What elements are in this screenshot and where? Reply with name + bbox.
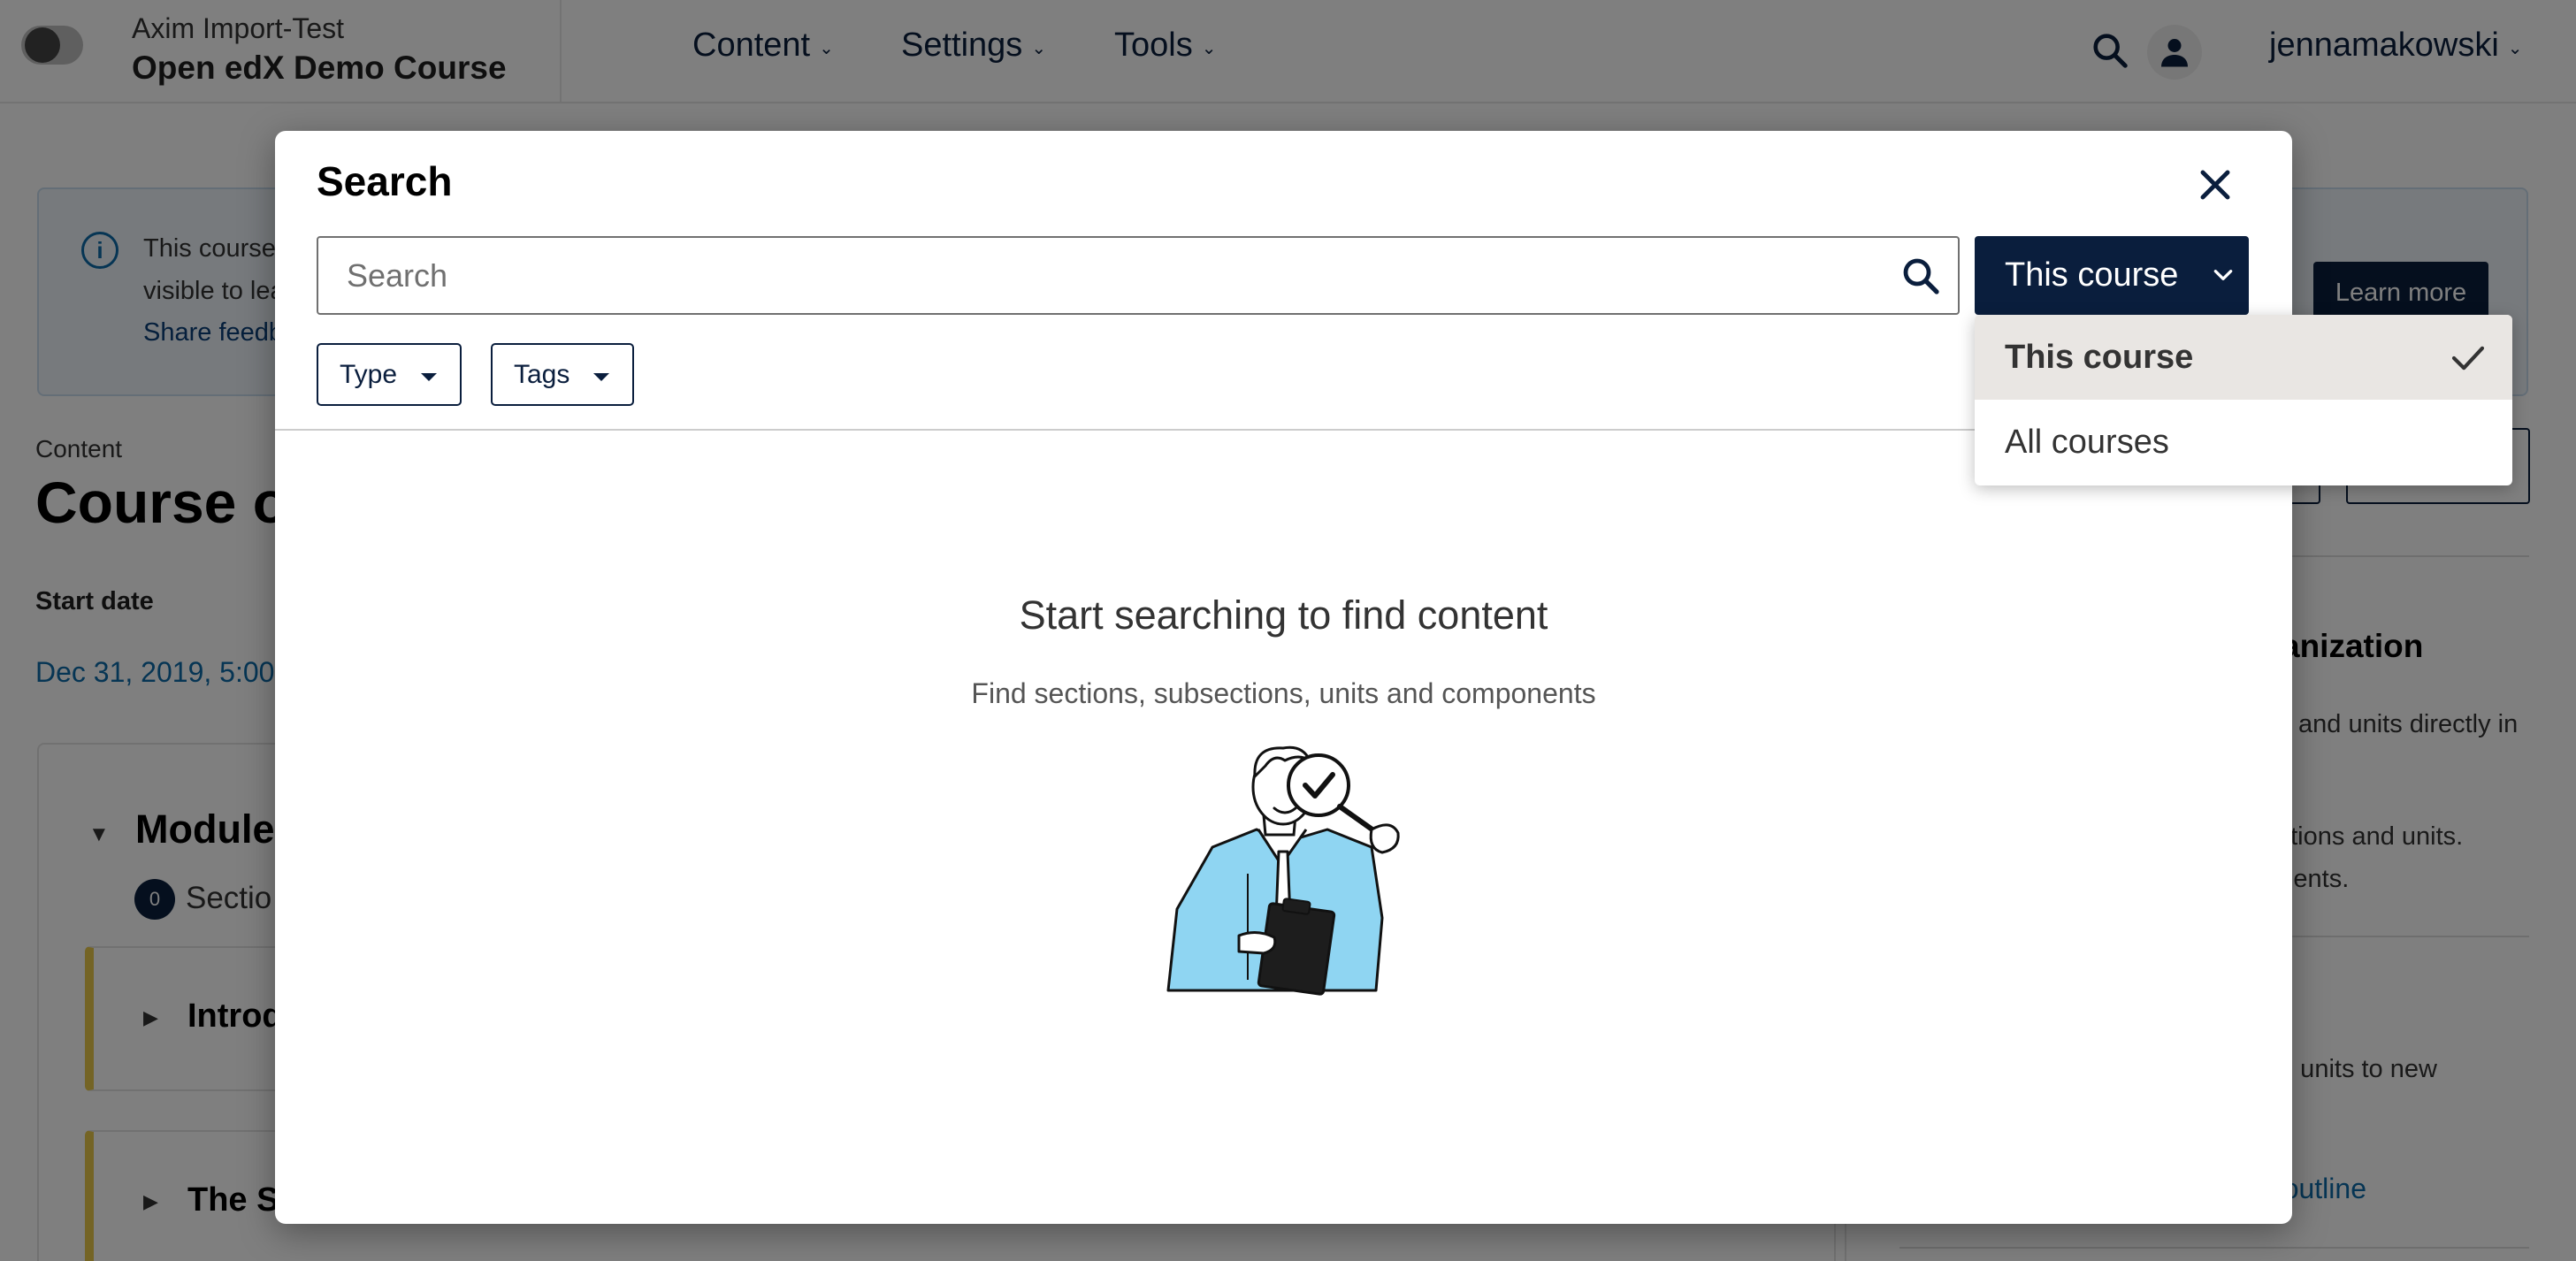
scope-option-all-courses[interactable]: All courses <box>1975 400 2512 485</box>
search-scope-menu: This course All courses <box>1975 315 2512 485</box>
caret-down-icon <box>421 373 437 381</box>
scope-selected-label: This course <box>2005 256 2179 294</box>
empty-state-subtext: Find sections, subsections, units and co… <box>971 677 1596 709</box>
chevron-down-icon[interactable] <box>2212 264 2235 287</box>
search-modal: Search This course Type Tags Start searc… <box>275 131 2292 1224</box>
modal-title: Search <box>317 158 453 204</box>
tags-filter-label: Tags <box>514 359 570 389</box>
type-filter-button[interactable]: Type <box>317 343 462 406</box>
search-scope-dropdown[interactable]: This course <box>1975 236 2249 315</box>
type-filter-label: Type <box>340 359 398 389</box>
scope-option-this-course[interactable]: This course <box>1975 315 2512 400</box>
close-icon[interactable] <box>2197 166 2234 203</box>
search-input[interactable] <box>317 236 1960 315</box>
empty-state-heading: Start searching to find content <box>1019 592 1548 638</box>
tags-filter-button[interactable]: Tags <box>491 343 634 406</box>
check-icon <box>2451 346 2485 371</box>
scope-option-label: All courses <box>2005 423 2169 461</box>
scope-option-label: This course <box>2005 338 2194 376</box>
search-icon[interactable] <box>1900 255 1942 297</box>
search-person-illustration <box>1166 745 1400 996</box>
caret-down-icon <box>593 373 609 381</box>
